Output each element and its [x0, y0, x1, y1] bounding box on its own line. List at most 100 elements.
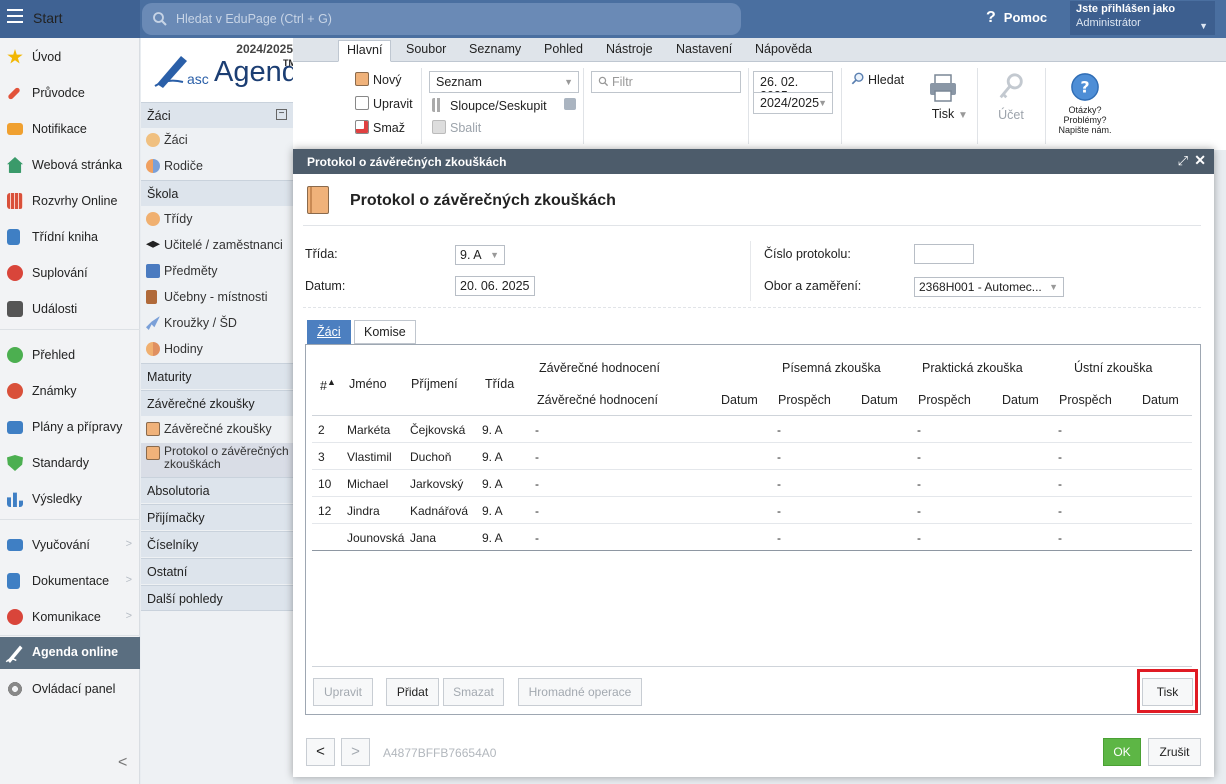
sidebar-item-ovladaci-panel[interactable]: Ovládací panel: [0, 674, 140, 704]
nav-group-maturity[interactable]: Maturity: [141, 363, 293, 389]
cislo-protokolu-input[interactable]: [914, 244, 974, 264]
exam-book-icon: [146, 446, 160, 460]
global-search-input[interactable]: Hledat v EduPage (Ctrl + G): [142, 3, 741, 35]
col-header-jmeno[interactable]: Jméno: [349, 377, 387, 391]
nav-group-zaverecne[interactable]: Závěrečné zkoušky: [141, 390, 293, 416]
sidebar-label: Webová stránka: [32, 158, 123, 172]
tab-napoveda[interactable]: Nápověda: [755, 42, 812, 56]
nav-item-krouzky[interactable]: Kroužky / ŠD: [141, 310, 293, 336]
edit-button[interactable]: Upravit: [355, 96, 413, 111]
tab-komise[interactable]: Komise: [354, 320, 416, 344]
sidebar-item-vysledky[interactable]: Výsledky: [0, 484, 140, 514]
col-header-pz-datum[interactable]: Datum: [861, 393, 898, 407]
trida-select[interactable]: 9. A ▼: [455, 245, 505, 265]
previous-button[interactable]: <: [306, 738, 335, 766]
nav-item-protokol[interactable]: Protokol o závěrečných zkouškách: [141, 443, 293, 477]
question-icon: ?: [986, 9, 996, 26]
nav-item-rodice[interactable]: Rodiče: [141, 153, 293, 179]
group-header-ustni: Ústní zkouška: [1074, 361, 1153, 375]
cancel-button[interactable]: Zrušit: [1148, 738, 1201, 766]
filter-input[interactable]: Filtr: [591, 71, 741, 93]
col-header-prijmeni[interactable]: Příjmení: [411, 377, 458, 391]
table-row[interactable]: Jounovská Jana 9. A - - - -: [312, 524, 1192, 551]
columns-group-button[interactable]: Sloupce/Seskupit: [432, 98, 547, 113]
sidebar-item-rozvrhy[interactable]: Rozvrhy Online: [0, 186, 140, 216]
year-select[interactable]: 2024/2025 ▼: [753, 92, 833, 114]
sidebar-item-pruvodce[interactable]: Průvodce: [0, 78, 140, 108]
table-row[interactable]: 10 Michael Jarkovský 9. A - - - -: [312, 470, 1192, 497]
start-button[interactable]: Start: [0, 0, 140, 38]
nav-item-ucitele[interactable]: Učitelé / zaměstnanci: [141, 232, 293, 258]
col-header-trida[interactable]: Třída: [485, 377, 514, 391]
col-header-zh[interactable]: Závěrečné hodnocení: [537, 393, 658, 407]
col-header-prz-prospech[interactable]: Prospěch: [918, 393, 971, 407]
sidebar-item-standardy[interactable]: Standardy: [0, 448, 140, 478]
col-header-zh-datum[interactable]: Datum: [721, 393, 758, 407]
nav-item-zaverecne-zkousky[interactable]: Závěrečné zkoušky: [141, 416, 293, 442]
collapse-sidebar-icon[interactable]: <: [118, 754, 127, 772]
tab-seznamy[interactable]: Seznamy: [469, 42, 521, 56]
questions-button[interactable]: ? Otázky? Problémy? Napište nám.: [1055, 72, 1115, 135]
tab-pohled[interactable]: Pohled: [544, 42, 583, 56]
ok-button[interactable]: OK: [1103, 738, 1141, 766]
col-header-prz-datum[interactable]: Datum: [1002, 393, 1039, 407]
tab-hlavni[interactable]: Hlavní: [338, 40, 392, 62]
nav-group-zaci[interactable]: Žáci −: [141, 102, 293, 128]
new-button[interactable]: Nový: [355, 72, 401, 87]
save-view-icon[interactable]: [564, 98, 576, 110]
tab-nastroje[interactable]: Nástroje: [606, 42, 653, 56]
tab-zaci[interactable]: Žáci: [307, 320, 351, 344]
sidebar-item-tridni-kniha[interactable]: Třídní kniha: [0, 222, 140, 252]
sidebar-item-plany[interactable]: Plány a přípravy: [0, 412, 140, 442]
nav-item-hodiny[interactable]: Hodiny: [141, 336, 293, 362]
sidebar-item-notifikace[interactable]: Notifikace: [0, 114, 140, 144]
obor-select[interactable]: 2368H001 - Automec... ▼: [914, 277, 1064, 297]
tab-soubor[interactable]: Soubor: [406, 42, 446, 56]
sidebar-item-webova-stranka[interactable]: Webová stránka: [0, 150, 140, 180]
maximize-icon[interactable]: ⤢: [1178, 153, 1188, 169]
help-button[interactable]: ? Pomoc: [986, 9, 1047, 27]
col-header-uz-prospech[interactable]: Prospěch: [1059, 393, 1112, 407]
search-button[interactable]: Hledat: [851, 72, 904, 87]
print-dropdown-icon[interactable]: ▼: [958, 110, 968, 121]
sidebar-item-komunikace[interactable]: Komunikace >: [0, 602, 140, 632]
collapse-minus-icon[interactable]: −: [276, 109, 287, 120]
nav-item-predmety[interactable]: Předměty: [141, 258, 293, 284]
tab-nastaveni[interactable]: Nastavení: [676, 42, 732, 56]
nav-group-skola[interactable]: Škola: [141, 180, 293, 206]
table-row[interactable]: 3 Vlastimil Duchoň 9. A - - - -: [312, 443, 1192, 470]
table-row[interactable]: 2 Markéta Čejkovská 9. A - - - -: [312, 416, 1192, 443]
add-row-button[interactable]: Přidat: [386, 678, 439, 706]
datum-label: Datum:: [305, 279, 346, 293]
sidebar-item-vyucovani[interactable]: Vyučování >: [0, 530, 140, 560]
sidebar-item-znamky[interactable]: Známky: [0, 376, 140, 406]
sidebar-item-udalosti[interactable]: Události: [0, 294, 140, 324]
nav-group-ciselniky[interactable]: Číselníky: [141, 531, 293, 557]
nav-group-dalsi[interactable]: Další pohledy: [141, 585, 293, 611]
ribbon-toolbar: Nový Upravit Smaž Seznam ▼ Sloupce/Seskup…: [293, 62, 1226, 150]
sidebar-item-agenda-online[interactable]: Agenda online: [0, 637, 140, 669]
nav-item-zaci[interactable]: Žáci: [141, 127, 293, 153]
print-button[interactable]: Tisk: [923, 72, 963, 121]
nav-group-ostatni[interactable]: Ostatní: [141, 558, 293, 584]
view-select[interactable]: Seznam ▼: [429, 71, 579, 93]
nav-group-absolutoria[interactable]: Absolutoria: [141, 477, 293, 503]
table-row[interactable]: 12 Jindra Kadnářová 9. A - - - -: [312, 497, 1192, 524]
nav-group-prijimacky[interactable]: Přijímačky: [141, 504, 293, 530]
nav-item-tridy[interactable]: Třídy: [141, 206, 293, 232]
nav-item-ucebny[interactable]: Učebny - místnosti: [141, 284, 293, 310]
sidebar-item-uvod[interactable]: Úvod: [0, 42, 140, 72]
user-menu[interactable]: Jste přihlášen jako Administrátor ▼: [1070, 1, 1215, 35]
sidebar-item-suplovani[interactable]: Suplování: [0, 258, 140, 288]
cell-zh: -: [535, 504, 539, 518]
col-header-number[interactable]: #▲: [320, 377, 336, 393]
nav-item-label: Protokol o závěrečných zkouškách: [164, 445, 289, 471]
date-input[interactable]: 26. 02. 2025: [753, 71, 833, 103]
sidebar-item-dokumentace[interactable]: Dokumentace >: [0, 566, 140, 596]
close-icon[interactable]: ✕: [1194, 152, 1206, 169]
col-header-pz-prospech[interactable]: Prospěch: [778, 393, 831, 407]
datum-input[interactable]: 20. 06. 2025: [455, 276, 535, 296]
sidebar-item-prehled[interactable]: Přehled: [0, 340, 140, 370]
col-header-uz-datum[interactable]: Datum: [1142, 393, 1179, 407]
delete-button[interactable]: Smaž: [355, 120, 405, 135]
